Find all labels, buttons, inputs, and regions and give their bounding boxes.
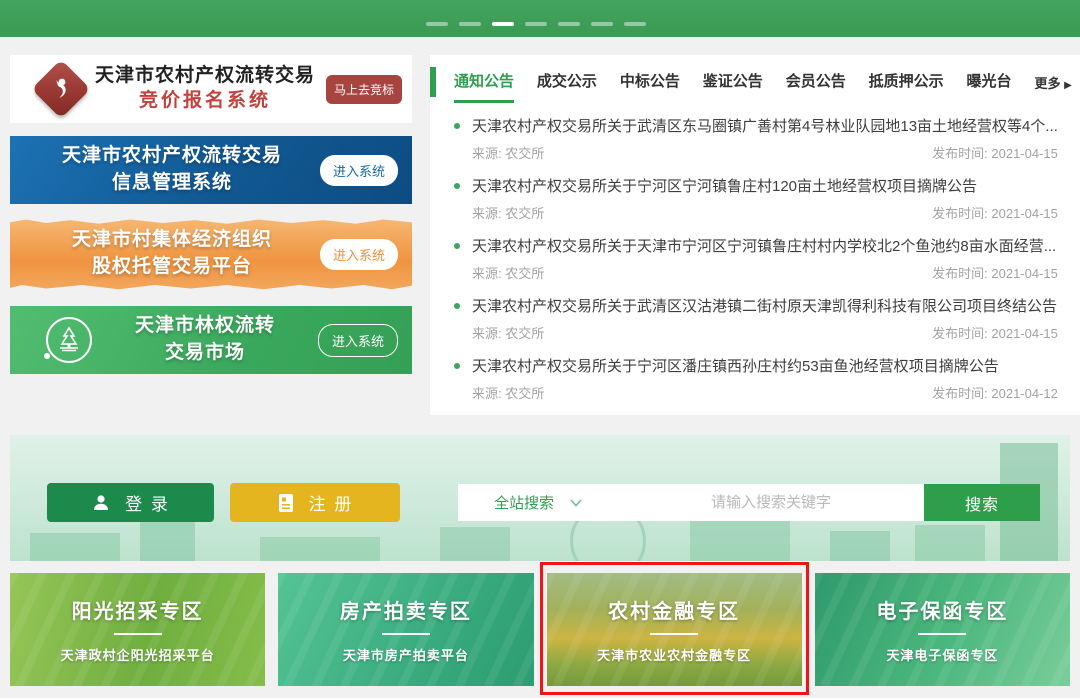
news-list: 天津农村产权交易所关于武清区东马圈镇广善村第4号林业队园地13亩土地经营权等4个… [430, 105, 1080, 415]
news-date: 发布时间: 2021-04-15 [932, 323, 1058, 342]
zone-real-estate-auction[interactable]: 房产拍卖专区 天津市房产拍卖平台 [278, 573, 533, 686]
carousel-dot[interactable] [459, 22, 481, 26]
equity-platform-enter-button[interactable]: 进入系统 [320, 239, 398, 270]
tab-certification[interactable]: 鉴证公告 [703, 62, 763, 103]
tree-icon [46, 317, 92, 363]
bidding-system-title-line1: 天津市农村产权流转交易 [84, 64, 326, 89]
search-input[interactable] [618, 484, 924, 521]
tab-member[interactable]: 会员公告 [786, 62, 846, 103]
carousel-dot[interactable] [525, 22, 547, 26]
hero-search-strip: 登 录 注 册 全站搜索 搜索 [10, 435, 1070, 561]
bullet-icon [454, 303, 460, 309]
bidding-system-title: 天津市农村产权流转交易 竞价报名系统 [84, 64, 326, 113]
news-date: 发布时间: 2021-04-15 [932, 143, 1058, 162]
zone-sunshine-procurement[interactable]: 阳光招采专区 天津政村企阳光招采平台 [10, 573, 265, 686]
panel-accent-bar [430, 67, 436, 97]
zone-texture [815, 573, 1070, 686]
carousel-dot[interactable] [426, 22, 448, 26]
forest-market-line1: 天津市林权流转 [92, 313, 318, 340]
bullet-icon [454, 363, 460, 369]
news-item[interactable]: 天津农村产权交易所关于宁河区潘庄镇西孙庄村约53亩鱼池经营权项目摘牌公告 来源:… [454, 355, 1058, 402]
news-source: 来源: 农交所 [472, 263, 544, 282]
tab-winning-bid[interactable]: 中标公告 [620, 62, 680, 103]
news-title[interactable]: 天津农村产权交易所关于天津市宁河区宁河镇鲁庄村村内学校北2个鱼池约8亩水面经营.… [472, 235, 1056, 256]
news-source: 来源: 农交所 [472, 323, 544, 342]
zone-rural-finance[interactable]: 农村金融专区 天津市农业农村金融专区 [547, 573, 802, 686]
carousel-dot[interactable] [558, 22, 580, 26]
announcements-tab-bar: 通知公告 成交公示 中标公告 鉴证公告 会员公告 抵质押公示 曝光台 更多 ▶ [430, 59, 1080, 105]
bidding-system-title-line2: 竞价报名系统 [84, 89, 326, 114]
id-card-icon [277, 493, 295, 513]
zone-electronic-guarantee[interactable]: 电子保函专区 天津电子保函专区 [815, 573, 1070, 686]
news-source: 来源: 农交所 [472, 203, 544, 222]
carousel-dot[interactable] [591, 22, 613, 26]
info-system-line2: 信息管理系统 [24, 170, 320, 197]
equity-platform-banner[interactable]: 天津市村集体经济组织 股权托管交易平台 进入系统 [10, 218, 412, 290]
brand-diamond-icon [31, 59, 90, 118]
news-source: 来源: 农交所 [472, 383, 544, 402]
zone-texture [10, 573, 265, 686]
equity-platform-line2: 股权托管交易平台 [24, 254, 320, 281]
info-system-enter-button[interactable]: 进入系统 [320, 155, 398, 186]
news-date: 发布时间: 2021-04-12 [932, 383, 1058, 402]
carousel-indicators [426, 22, 646, 26]
more-arrow-icon: ▶ [1064, 80, 1072, 91]
tab-deal-publicity[interactable]: 成交公示 [537, 62, 597, 103]
news-date: 发布时间: 2021-04-15 [932, 203, 1058, 222]
chevron-down-icon [570, 499, 582, 507]
announcements-panel: 通知公告 成交公示 中标公告 鉴证公告 会员公告 抵质押公示 曝光台 更多 ▶ [430, 55, 1080, 415]
login-button[interactable]: 登 录 [47, 483, 214, 522]
zone-texture [547, 573, 802, 686]
tab-notice-announcements[interactable]: 通知公告 [454, 62, 514, 103]
news-title[interactable]: 天津农村产权交易所关于武清区东马圈镇广善村第4号林业队园地13亩土地经营权等4个… [472, 115, 1058, 136]
news-title[interactable]: 天津农村产权交易所关于宁河区潘庄镇西孙庄村约53亩鱼池经营权项目摘牌公告 [472, 355, 999, 376]
bullet-icon [454, 183, 460, 189]
carousel-dot[interactable] [624, 22, 646, 26]
search-scope-dropdown[interactable]: 全站搜索 [458, 484, 618, 521]
tab-exposure[interactable]: 曝光台 [967, 62, 1012, 103]
bidding-system-card[interactable]: 天津市农村产权流转交易 竞价报名系统 马上去竞标 [10, 55, 412, 123]
user-icon [91, 493, 111, 513]
carousel-dot-active[interactable] [492, 22, 514, 26]
go-bid-button[interactable]: 马上去竞标 [326, 75, 402, 104]
more-link[interactable]: 更多 ▶ [1034, 73, 1071, 92]
zone-texture [278, 573, 533, 686]
info-system-title: 天津市农村产权流转交易 信息管理系统 [24, 143, 320, 196]
news-item[interactable]: 天津农村产权交易所关于天津市宁河区宁河镇鲁庄村村内学校北2个鱼池约8亩水面经营.… [454, 235, 1058, 282]
forest-market-line2: 交易市场 [92, 340, 318, 367]
top-bar [0, 0, 1080, 37]
info-management-system-banner[interactable]: 天津市农村产权流转交易 信息管理系统 进入系统 [10, 136, 412, 204]
register-button[interactable]: 注 册 [230, 483, 400, 522]
bullet-icon [454, 123, 460, 129]
forest-market-title: 天津市林权流转 交易市场 [92, 313, 318, 366]
search-button[interactable]: 搜索 [924, 484, 1040, 521]
news-item[interactable]: 天津农村产权交易所关于武清区东马圈镇广善村第4号林业队园地13亩土地经营权等4个… [454, 115, 1058, 162]
news-title[interactable]: 天津农村产权交易所关于武清区汉沽港镇二街村原天津凯得利科技有限公司项目终结公告 [472, 295, 1057, 316]
info-system-line1: 天津市农村产权流转交易 [24, 143, 320, 170]
news-date: 发布时间: 2021-04-15 [932, 263, 1058, 282]
bullet-icon [454, 243, 460, 249]
news-title[interactable]: 天津农村产权交易所关于宁河区宁河镇鲁庄村120亩土地经营权项目摘牌公告 [472, 175, 977, 196]
equity-platform-title: 天津市村集体经济组织 股权托管交易平台 [24, 227, 320, 280]
equity-platform-line1: 天津市村集体经济组织 [24, 227, 320, 254]
site-search: 全站搜索 搜索 [458, 484, 1040, 521]
news-source: 来源: 农交所 [472, 143, 544, 162]
forest-market-enter-button[interactable]: 进入系统 [318, 324, 398, 357]
news-item[interactable]: 天津农村产权交易所关于宁河区宁河镇鲁庄村120亩土地经营权项目摘牌公告 来源: … [454, 175, 1058, 222]
news-item[interactable]: 天津农村产权交易所关于武清区汉沽港镇二街村原天津凯得利科技有限公司项目终结公告 … [454, 295, 1058, 342]
tab-pledge[interactable]: 抵质押公示 [869, 62, 944, 103]
forest-market-banner[interactable]: 天津市林权流转 交易市场 进入系统 [10, 306, 412, 374]
left-systems-column: 天津市农村产权流转交易 竞价报名系统 马上去竞标 天津市农村产权流转交易 信息管… [10, 55, 412, 415]
